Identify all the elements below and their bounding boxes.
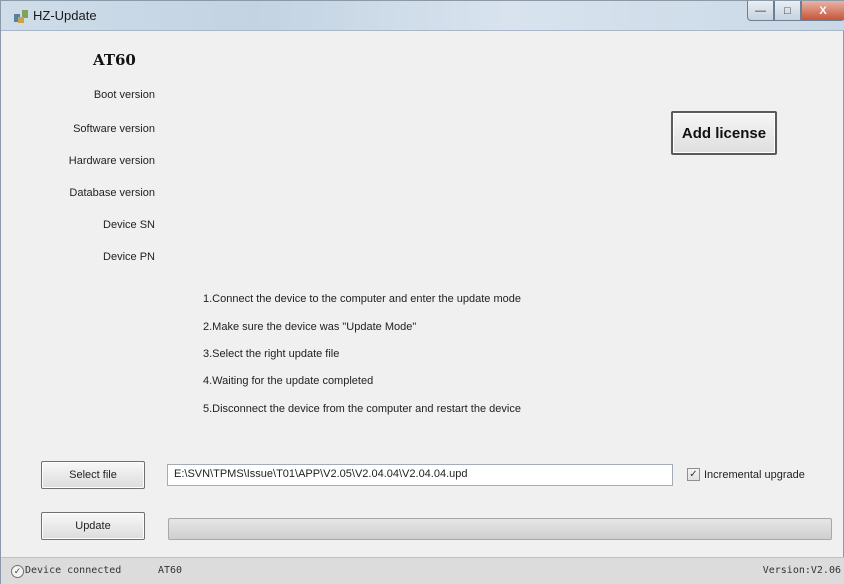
software-version-label: Software version <box>73 123 155 135</box>
incremental-upgrade-option[interactable]: ✓ Incremental upgrade <box>687 468 805 481</box>
update-button[interactable]: Update <box>41 512 145 540</box>
connection-status-text: Device connected <box>25 565 122 576</box>
instruction-step-3: 3.Select the right update file <box>203 348 340 360</box>
connected-device-name: AT60 <box>158 565 183 576</box>
file-path-field[interactable]: E:\SVN\TPMS\Issue\T01\APP\V2.05\V2.04.04… <box>167 464 673 486</box>
boot-version-label: Boot version <box>93 89 155 101</box>
minimize-button[interactable]: — <box>747 1 774 21</box>
hardware-version-label: Hardware version <box>68 155 155 167</box>
maximize-button[interactable]: □ <box>774 1 801 21</box>
connected-check-icon: ✓ <box>11 565 24 578</box>
app-icon <box>14 10 28 23</box>
device-sn-label: Device SN <box>103 219 155 231</box>
app-window: HZ-Update — □ X AT60 Boot version Softwa… <box>0 0 844 584</box>
database-version-label: Database version <box>69 187 155 199</box>
close-button[interactable]: X <box>801 1 844 21</box>
instruction-step-5: 5.Disconnect the device from the compute… <box>203 403 521 415</box>
add-license-button[interactable]: Add license <box>671 111 777 155</box>
status-bar: ✓ Device connected AT60 Version:V2.06 <box>1 557 844 584</box>
incremental-upgrade-label: Incremental upgrade <box>704 468 805 481</box>
window-title: HZ-Update <box>33 8 97 23</box>
select-file-button[interactable]: Select file <box>41 461 145 489</box>
device-pn-label: Device PN <box>103 251 155 263</box>
window-controls: — □ X <box>747 1 844 23</box>
instruction-step-4: 4.Waiting for the update completed <box>203 375 374 387</box>
instruction-step-2: 2.Make sure the device was "Update Mode" <box>203 321 417 333</box>
device-model-title: AT60 <box>93 51 136 69</box>
update-progress-bar <box>168 518 832 540</box>
app-version-text: Version:V2.06 <box>762 565 841 576</box>
instruction-step-1: 1.Connect the device to the computer and… <box>203 293 521 305</box>
incremental-upgrade-checkbox[interactable]: ✓ <box>687 468 700 481</box>
title-bar: HZ-Update — □ X <box>1 1 844 31</box>
